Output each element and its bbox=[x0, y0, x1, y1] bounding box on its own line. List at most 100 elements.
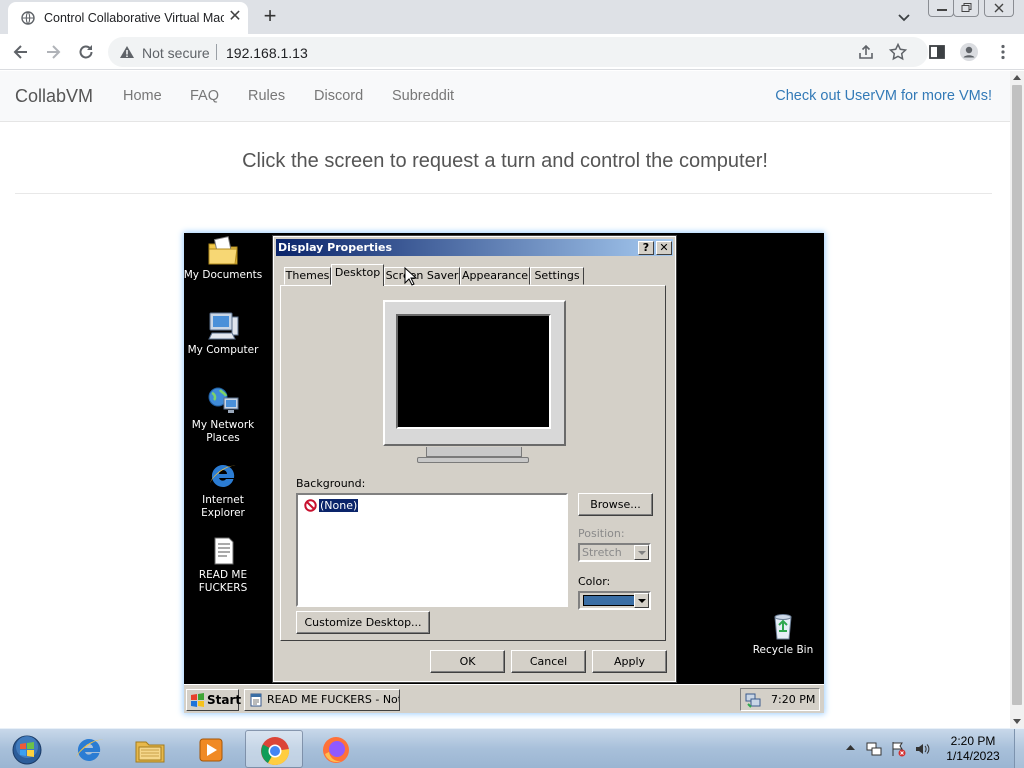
dropdown-arrow-icon bbox=[634, 545, 649, 560]
preview-monitor bbox=[383, 300, 566, 446]
desktop-icon-internet-explorer[interactable]: Internet Explorer bbox=[184, 461, 265, 520]
monitor-stand bbox=[426, 447, 522, 457]
tray-network-icon[interactable] bbox=[745, 692, 761, 708]
taskbar-firefox[interactable] bbox=[307, 730, 365, 768]
taskbar-file-explorer[interactable] bbox=[121, 730, 179, 768]
task-label: READ ME FUCKERS - Not... bbox=[267, 693, 400, 706]
desktop-icon-label: My Documents bbox=[184, 269, 263, 281]
scroll-down-arrow-icon[interactable] bbox=[1013, 719, 1021, 724]
scrollbar-thumb[interactable] bbox=[1012, 85, 1022, 705]
internet-explorer-icon bbox=[210, 464, 236, 487]
vm-screen[interactable]: My Documents My Computer My Network Plac… bbox=[184, 233, 824, 713]
notepad-icon bbox=[250, 693, 262, 707]
tab-appearance[interactable]: Appearance bbox=[460, 267, 530, 285]
forward-arrow-icon[interactable] bbox=[43, 42, 63, 62]
uservm-link[interactable]: Check out UserVM for more VMs! bbox=[775, 88, 992, 104]
desktop-icon-my-network-places[interactable]: My Network Places bbox=[184, 386, 265, 445]
warning-triangle-icon[interactable] bbox=[119, 45, 135, 59]
host-clock[interactable]: 2:20 PM 1/14/2023 bbox=[925, 734, 1021, 764]
site-brand[interactable]: CollabVM bbox=[15, 86, 93, 107]
dialog-close-button[interactable]: ✕ bbox=[656, 241, 672, 255]
browser-tab[interactable]: Control Collaborative Virtual Machines ✕ bbox=[8, 2, 248, 34]
restore-icon bbox=[961, 3, 972, 12]
color-label: Color: bbox=[578, 575, 611, 588]
help-button[interactable]: ? bbox=[638, 241, 654, 255]
desktop-icon-recycle-bin[interactable]: Recycle Bin bbox=[741, 611, 824, 657]
nav-discord[interactable]: Discord bbox=[314, 88, 363, 104]
tab-close-icon[interactable]: ✕ bbox=[227, 8, 243, 26]
desktop-icon-my-computer[interactable]: My Computer bbox=[184, 311, 265, 357]
browser-toolbar: Not secure 192.168.1.13 bbox=[0, 34, 1024, 70]
media-player-icon bbox=[199, 738, 223, 762]
collabvm-page: CollabVM Home FAQ Rules Discord Subreddi… bbox=[0, 71, 1010, 728]
nav-rules[interactable]: Rules bbox=[248, 88, 285, 104]
page-scrollbar[interactable] bbox=[1010, 71, 1024, 728]
close-icon bbox=[994, 3, 1004, 13]
vm-start-button[interactable]: Start bbox=[186, 689, 242, 711]
windows-flag-icon bbox=[191, 693, 204, 707]
nav-faq[interactable]: FAQ bbox=[190, 88, 219, 104]
restore-button[interactable] bbox=[953, 0, 979, 17]
tray-network-icon[interactable] bbox=[866, 741, 882, 757]
taskbar-media-player[interactable] bbox=[182, 730, 240, 768]
taskbar-chrome[interactable] bbox=[245, 730, 303, 768]
tab-settings[interactable]: Settings bbox=[530, 267, 584, 285]
chrome-icon bbox=[261, 737, 290, 765]
cancel-button[interactable]: Cancel bbox=[511, 650, 586, 673]
vm-taskbar: Start READ ME FUCKERS - Not... 7:20 PM bbox=[184, 684, 824, 713]
start-label: Start bbox=[207, 693, 242, 707]
divider bbox=[15, 193, 992, 194]
bookmark-star-icon[interactable] bbox=[888, 42, 908, 62]
minimize-button[interactable] bbox=[928, 0, 954, 17]
address-bar[interactable]: Not secure 192.168.1.13 bbox=[108, 37, 928, 67]
tab-themes[interactable]: Themes bbox=[284, 267, 331, 285]
desktop-icon-label: Internet Explorer bbox=[201, 494, 245, 519]
customize-desktop-button[interactable]: Customize Desktop... bbox=[296, 611, 430, 634]
internet-explorer-icon bbox=[76, 738, 103, 761]
position-select[interactable]: Stretch bbox=[578, 543, 651, 562]
browser-tabstrip: Control Collaborative Virtual Machines ✕… bbox=[0, 0, 1024, 34]
show-desktop-button[interactable] bbox=[1014, 729, 1024, 768]
desktop-icon-my-documents[interactable]: My Documents bbox=[184, 236, 265, 282]
display-properties-dialog: Display Properties ? ✕ Themes Desktop Sc… bbox=[272, 235, 677, 683]
taskbar-internet-explorer[interactable] bbox=[60, 730, 118, 768]
omnibox-divider bbox=[216, 44, 217, 60]
show-hidden-icons-icon[interactable] bbox=[846, 744, 855, 750]
share-icon[interactable] bbox=[856, 42, 876, 62]
tab-search-icon[interactable] bbox=[895, 8, 913, 26]
tab-screen-saver[interactable]: Screen Saver bbox=[384, 267, 460, 285]
side-panel-icon[interactable] bbox=[927, 42, 947, 62]
desktop-icon-label: READ ME FUCKERS bbox=[198, 569, 248, 594]
tab-title: Control Collaborative Virtual Machines bbox=[44, 11, 224, 25]
apply-button[interactable]: Apply bbox=[592, 650, 667, 673]
background-list[interactable]: (None) bbox=[296, 493, 568, 607]
nav-home[interactable]: Home bbox=[123, 88, 162, 104]
windows-start-button[interactable] bbox=[0, 730, 54, 768]
tray-action-center-icon[interactable] bbox=[890, 741, 906, 757]
nav-subreddit[interactable]: Subreddit bbox=[392, 88, 454, 104]
position-value: Stretch bbox=[582, 546, 622, 559]
color-picker[interactable] bbox=[578, 591, 651, 610]
vm-clock[interactable]: 7:20 PM bbox=[771, 693, 815, 706]
minimize-icon bbox=[937, 9, 947, 11]
vm-taskbar-button-readme[interactable]: READ ME FUCKERS - Not... bbox=[244, 689, 400, 711]
security-label[interactable]: Not secure bbox=[142, 45, 210, 61]
back-arrow-icon[interactable] bbox=[11, 42, 31, 62]
network-places-icon bbox=[208, 387, 239, 413]
new-tab-button[interactable]: + bbox=[258, 4, 282, 28]
reload-icon[interactable] bbox=[76, 42, 96, 62]
close-window-button[interactable] bbox=[984, 0, 1014, 17]
browse-button[interactable]: Browse... bbox=[578, 493, 653, 516]
tab-desktop[interactable]: Desktop bbox=[331, 264, 384, 286]
dialog-title: Display Properties bbox=[278, 241, 393, 254]
chrome-menu-icon[interactable] bbox=[993, 42, 1013, 62]
dialog-titlebar[interactable]: Display Properties ? ✕ bbox=[276, 239, 673, 256]
scroll-up-arrow-icon[interactable] bbox=[1013, 75, 1021, 80]
host-time: 2:20 PM bbox=[950, 734, 996, 748]
recycle-bin-label: Recycle Bin bbox=[752, 644, 814, 656]
profile-avatar-icon[interactable] bbox=[959, 42, 979, 62]
url-text[interactable]: 192.168.1.13 bbox=[226, 45, 308, 61]
desktop-icon-readme[interactable]: READ ME FUCKERS bbox=[184, 536, 265, 595]
ok-button[interactable]: OK bbox=[430, 650, 505, 673]
background-item-none[interactable]: (None) bbox=[317, 498, 360, 513]
